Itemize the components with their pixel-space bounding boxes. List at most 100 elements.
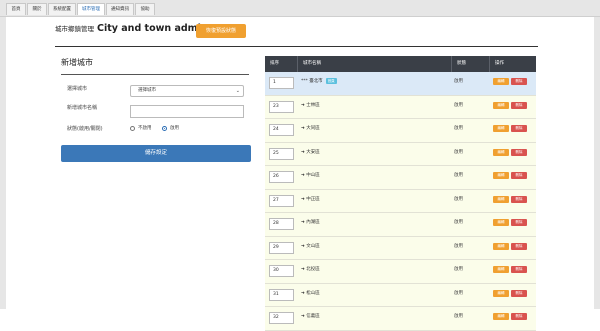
tab-home[interactable]: 首頁 [6,3,26,15]
header-divider [55,46,538,47]
city-name: 大安區 [306,149,320,155]
table-row: 1 *** 臺北市 首頁 啟用 編輯 刪除 [265,72,536,96]
city-name: 松山區 [306,290,320,296]
order-input[interactable]: 27 [269,194,294,207]
edit-button[interactable]: 編輯 [493,195,509,203]
city-name: 大同區 [306,126,320,131]
table-row: 24 ➜ 大同區 啟用 編輯 刪除 [265,119,536,143]
row-prefix: ➜ [301,314,305,319]
city-name-cell: ➜ 文山區 [301,243,320,249]
city-name-cell: ➜ 大同區 [301,125,320,131]
parent-city-label: 選擇城市 [67,86,88,92]
delete-button[interactable]: 刪除 [511,195,527,203]
row-prefix: ➜ [301,196,305,202]
delete-button[interactable]: 刪除 [511,125,527,132]
city-name: 士林區 [306,102,320,108]
edit-button[interactable]: 編輯 [493,148,509,156]
order-input[interactable]: 23 [269,100,294,113]
row-prefix: ➜ [301,173,305,178]
status-disabled-radio[interactable] [130,126,135,131]
column-header-order: 排序 [270,61,279,66]
order-input[interactable]: 1 [269,77,294,89]
status-enabled-label: 啟用 [170,126,179,131]
chevron-down-icon: ⌄ [235,88,240,94]
tab-system-config[interactable]: 系統配置 [48,3,76,15]
tab-about[interactable]: 關於 [27,3,47,15]
order-input[interactable]: 32 [269,312,294,324]
city-name: 內湖區 [306,220,320,225]
table-body: 1 *** 臺北市 首頁 啟用 編輯 刪除 23 ➜ 士林區 啟用 編輯 刪除 24 ➜ 大同區 啟用 編輯… [265,72,536,331]
order-input[interactable]: 28 [269,218,294,230]
edit-button[interactable]: 編輯 [493,78,509,85]
order-input[interactable]: 26 [269,171,294,183]
delete-button[interactable]: 刪除 [511,78,527,85]
edit-button[interactable]: 編輯 [493,313,509,320]
delete-button[interactable]: 刪除 [511,289,527,297]
row-prefix: ➜ [301,102,305,108]
tab-help[interactable]: 協助 [135,3,155,15]
delete-button[interactable]: 刪除 [511,266,527,273]
delete-button[interactable]: 刪除 [511,172,527,179]
edit-button[interactable]: 編輯 [493,242,509,250]
city-name: 北投區 [306,267,320,272]
form-divider [61,74,249,75]
edit-button[interactable]: 編輯 [493,289,509,297]
table-row: 32 ➜ 信義區 啟用 編輯 刪除 [265,307,536,331]
left-margin [0,17,6,309]
delete-button[interactable]: 刪除 [511,101,527,109]
city-name-cell: ➜ 大安區 [301,149,320,155]
status-cell: 啟用 [454,196,463,202]
top-nav-bar: 首頁 關於 系統配置 城市管理 通知資訊 協助 [0,0,600,17]
add-city-form-title: 新增城市 [61,58,93,67]
status-cell: 啟用 [454,173,463,178]
city-name-cell: ➜ 中正區 [301,196,320,202]
column-header-status: 狀態 [451,56,489,72]
order-input[interactable]: 29 [269,241,294,254]
delete-button[interactable]: 刪除 [511,148,527,156]
parent-city-select[interactable]: 選擇城市 ⌄ [130,85,244,97]
edit-button[interactable]: 編輯 [493,172,509,179]
page-title-zh: 城市鄉鎮管理 [55,25,94,33]
new-city-name-input[interactable] [130,105,244,118]
row-prefix: ➜ [301,243,305,249]
order-input[interactable]: 25 [269,147,294,160]
city-name-cell: *** 臺北市 首頁 [301,78,337,84]
city-name-cell: ➜ 士林區 [301,102,320,108]
column-header-actions: 操作 [489,56,536,72]
city-name: 信義區 [306,314,320,319]
table-row: 28 ➜ 內湖區 啟用 編輯 刪除 [265,213,536,237]
row-prefix: ➜ [301,290,305,296]
order-input[interactable]: 24 [269,124,294,136]
order-input[interactable]: 31 [269,288,294,301]
delete-button[interactable]: 刪除 [511,313,527,320]
table-row: 31 ➜ 松山區 啟用 編輯 刪除 [265,283,536,307]
edit-button[interactable]: 編輯 [493,101,509,109]
table-row: 30 ➜ 北投區 啟用 編輯 刪除 [265,260,536,284]
delete-button[interactable]: 刪除 [511,242,527,250]
tab-city-admin[interactable]: 城市管理 [77,3,105,15]
right-margin [594,17,600,309]
home-badge: 首頁 [325,78,337,84]
tab-notifications[interactable]: 通知資訊 [106,3,134,15]
edit-button[interactable]: 編輯 [493,266,509,273]
city-name-cell: ➜ 內湖區 [301,219,320,225]
city-name-cell: ➜ 北投區 [301,266,320,272]
status-cell: 啟用 [454,243,463,249]
status-cell: 啟用 [454,126,463,131]
city-name-cell: ➜ 松山區 [301,290,320,296]
status-cell: 啟用 [454,79,463,84]
table-row: 25 ➜ 大安區 啟用 編輯 刪除 [265,142,536,166]
page-title-en: City and town admin [97,23,208,34]
delete-button[interactable]: 刪除 [511,219,527,226]
row-prefix: ➜ [301,126,305,131]
table-row: 29 ➜ 文山區 啟用 編輯 刪除 [265,236,536,260]
row-prefix: ➜ [301,149,305,155]
new-city-name-label: 新增城市名稱 [67,105,98,111]
column-header-city-name: 城市名稱 [297,56,451,72]
save-settings-button[interactable]: 儲存設定 [61,145,251,162]
order-input[interactable]: 30 [269,265,294,277]
restore-defaults-button[interactable]: 恢復預設狀態 [196,24,246,38]
edit-button[interactable]: 編輯 [493,219,509,226]
edit-button[interactable]: 編輯 [493,125,509,132]
status-enabled-radio[interactable] [162,126,167,131]
